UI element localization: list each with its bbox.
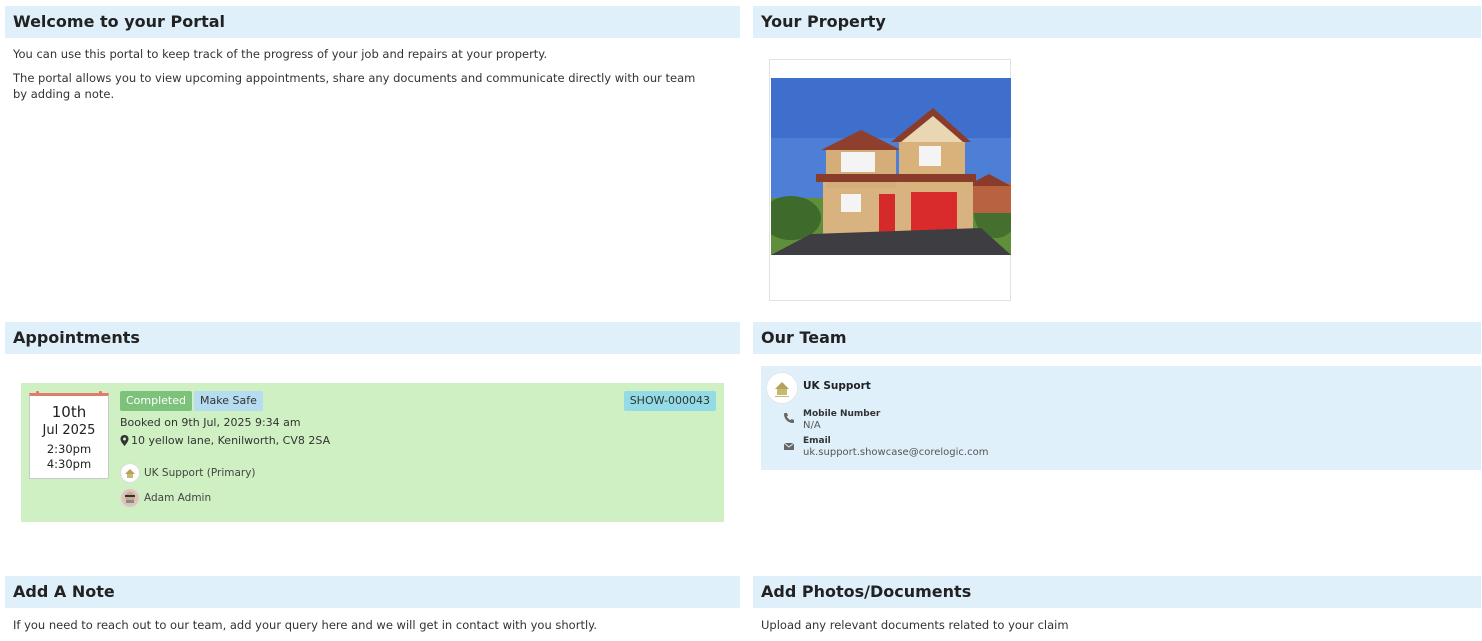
property-image-frame — [769, 59, 1011, 301]
team-header: Our Team — [753, 322, 1481, 354]
attendee: UK Support (Primary) — [120, 462, 256, 484]
email-value[interactable]: uk.support.showcase@corelogic.com — [803, 447, 988, 458]
welcome-paragraph-2: The portal allows you to view upcoming a… — [13, 71, 696, 101]
team-member-card: UK Support Mobile Number N/A Email uk.su… — [761, 366, 1481, 470]
house-photo-icon — [771, 78, 1011, 255]
appointments-header: Appointments — [5, 322, 740, 354]
note-title: Add A Note — [13, 582, 115, 601]
welcome-title: Welcome to your Portal — [13, 12, 226, 31]
appointment-card[interactable]: 10th Jul 2025 2:30pm 4:30pm Completed Ma… — [21, 383, 724, 522]
envelope-icon — [783, 442, 795, 450]
map-pin-icon — [120, 435, 129, 446]
email-label: Email — [803, 436, 831, 446]
appointment-time-start: 2:30pm — [46, 442, 92, 456]
team-title: Our Team — [761, 328, 847, 347]
address-text: 10 yellow lane, Kenilworth, CV8 2SA — [131, 434, 331, 447]
attendee: Adam Admin — [120, 487, 211, 509]
avatar — [120, 488, 140, 508]
property-header: Your Property — [753, 6, 1481, 38]
calendar-ring-icon — [36, 391, 39, 394]
type-badge: Make Safe — [194, 391, 263, 411]
company-logo-icon — [766, 372, 798, 404]
property-photo[interactable] — [771, 78, 1011, 255]
appointment-day: 10th — [51, 403, 87, 421]
note-description: If you need to reach out to our team, ad… — [13, 618, 597, 632]
appointment-time-end: 4:30pm — [46, 457, 92, 471]
mobile-value: N/A — [803, 420, 821, 431]
status-badge: Completed — [120, 391, 192, 411]
company-logo-icon — [120, 463, 140, 483]
calendar-ring-icon — [99, 391, 102, 394]
mobile-label: Mobile Number — [803, 409, 881, 419]
uploads-description: Upload any relevant documents related to… — [761, 618, 1069, 632]
reference-badge: SHOW-000043 — [623, 391, 716, 411]
attendee-name: Adam Admin — [144, 492, 212, 504]
attendee-name: UK Support (Primary) — [144, 467, 256, 479]
welcome-paragraph-1: You can use this portal to keep track of… — [13, 47, 548, 61]
appointment-month: Jul 2025 — [42, 423, 96, 438]
phone-icon — [784, 413, 794, 423]
welcome-header: Welcome to your Portal — [5, 6, 740, 38]
uploads-title: Add Photos/Documents — [761, 582, 972, 601]
appointments-title: Appointments — [13, 328, 140, 347]
note-header: Add A Note — [5, 576, 740, 608]
team-member-name: UK Support — [803, 380, 871, 392]
property-title: Your Property — [761, 12, 886, 31]
appointment-address: 10 yellow lane, Kenilworth, CV8 2SA — [120, 434, 330, 447]
booked-on: Booked on 9th Jul, 2025 9:34 am — [120, 416, 301, 429]
uploads-header: Add Photos/Documents — [753, 576, 1481, 608]
appointment-calendar: 10th Jul 2025 2:30pm 4:30pm — [29, 391, 109, 479]
person-avatar-icon — [121, 489, 139, 507]
